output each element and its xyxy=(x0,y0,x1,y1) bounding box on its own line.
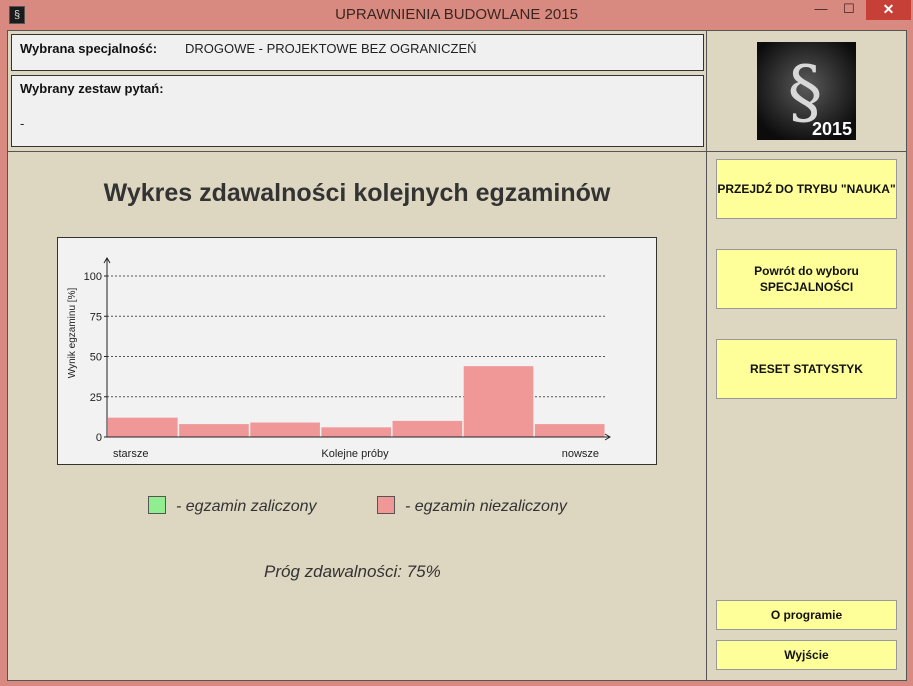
chart-bar xyxy=(463,366,534,437)
chart-bar xyxy=(534,424,605,437)
y-tick-label: 100 xyxy=(84,271,102,283)
learn-mode-button[interactable]: PRZEJDŹ DO TRYBU "NAUKA" xyxy=(716,159,897,219)
y-axis-label: Wynik egzaminu [%] xyxy=(67,288,78,379)
specialty-label: Wybrana specjalność: xyxy=(20,41,158,56)
close-button[interactable]: ✕ xyxy=(866,0,911,20)
y-tick-label: 25 xyxy=(90,392,102,404)
horizontal-divider xyxy=(8,151,706,152)
question-set-value: - xyxy=(20,116,25,131)
title-bar: § UPRAWNIENIA BUDOWLANE 2015 — ☐ ✕ xyxy=(0,0,913,30)
chart-bar xyxy=(179,424,249,437)
back-to-specialty-button[interactable]: Powrót do wyboru SPECJALNOŚCI xyxy=(716,249,897,309)
x-axis-label: Kolejne próby xyxy=(321,448,389,460)
pass-threshold: Próg zdawalności: 75% xyxy=(264,562,441,581)
minimize-button[interactable]: — xyxy=(808,0,834,20)
about-button[interactable]: O programie xyxy=(716,600,897,630)
legend-pass-label: - egzamin zaliczony xyxy=(176,498,317,515)
exit-button[interactable]: Wyjście xyxy=(716,640,897,670)
main-window: Wybrana specjalność: DROGOWE - PROJEKTOW… xyxy=(7,30,907,681)
bar-chart: 0 25 50 75 100 starsze Kolejne próby nowsze Wyni… xyxy=(67,257,611,460)
question-set-label: Wybrany zestaw pytań: xyxy=(20,81,164,96)
specialty-panel: Wybrana specjalność: DROGOWE - PROJEKTOW… xyxy=(11,34,704,71)
chart-bar xyxy=(250,422,320,437)
legend-fail-swatch xyxy=(377,496,395,514)
chart-bar xyxy=(392,420,463,437)
chart-bar xyxy=(108,417,178,437)
legend-pass-swatch xyxy=(148,496,166,514)
x-label-newer: nowsze xyxy=(562,448,599,460)
chart-bar xyxy=(321,427,392,437)
maximize-button[interactable]: ☐ xyxy=(836,0,862,20)
y-tick-label: 0 xyxy=(96,432,102,444)
sidebar-divider xyxy=(707,151,906,152)
y-tick-label: 75 xyxy=(90,311,102,323)
window-title: UPRAWNIENIA BUDOWLANE 2015 xyxy=(335,6,578,23)
specialty-value: DROGOWE - PROJEKTOWE BEZ OGRANICZEŃ xyxy=(185,41,477,56)
logo-year: 2015 xyxy=(811,119,852,139)
app-logo: § 2015 xyxy=(757,42,856,140)
chart-title: Wykres zdawalności kolejnych egzaminów xyxy=(103,179,611,207)
reset-stats-button[interactable]: RESET STATYSTYK xyxy=(716,339,897,399)
vertical-divider xyxy=(706,31,707,680)
chart-area: 0 25 50 75 100 starsze Kolejne próby nowsze Wyni… xyxy=(57,237,657,465)
y-tick-label: 50 xyxy=(90,352,102,364)
legend-fail-label: - egzamin niezaliczony xyxy=(405,498,567,515)
x-label-older: starsze xyxy=(113,448,148,460)
question-set-panel: Wybrany zestaw pytań: - xyxy=(11,75,704,147)
